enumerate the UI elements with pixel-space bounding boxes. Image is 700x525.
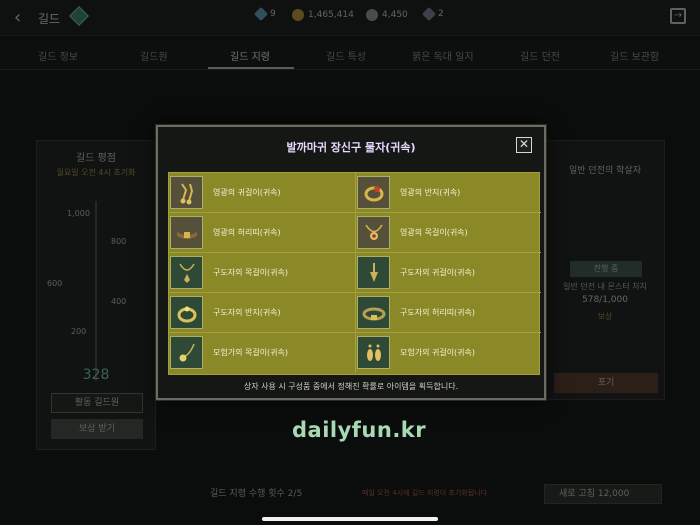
reward-label: 보상 [597, 312, 613, 321]
reset-warning: 매일 오전 4시에 길드 지령이 초기화됩니다 [362, 489, 488, 497]
item-name: 영광의 목걸이(귀속) [400, 228, 468, 237]
ring-icon [357, 176, 390, 209]
top-bar: ‹ 길드 9 1,465,414 4,450 2 → [0, 0, 700, 36]
earring-icon [357, 336, 390, 369]
home-indicator[interactable] [262, 517, 438, 521]
list-item[interactable]: 영광의 목걸이(귀속) [355, 213, 541, 253]
list-item[interactable]: 구도자의 귀걸이(귀속) [355, 253, 541, 293]
item-name: 영광의 귀걸이(귀속) [213, 188, 281, 197]
earring-icon [357, 256, 390, 289]
rank-score: 328 [82, 367, 110, 383]
tab-storage[interactable]: 길드 보관함 [610, 48, 659, 63]
list-item[interactable]: 구도자의 허리띠(귀속) [355, 293, 541, 333]
item-name: 모험가의 귀걸이(귀속) [400, 348, 476, 357]
list-item[interactable]: 모험가의 귀걸이(귀속) [355, 333, 541, 373]
close-icon[interactable]: ✕ [516, 137, 532, 153]
item-name: 구도자의 허리띠(귀속) [400, 308, 476, 317]
crystal-icon [421, 6, 437, 22]
rank-gauge [95, 201, 97, 381]
tab-traits[interactable]: 길드 특성 [326, 48, 366, 63]
item-name: 구도자의 목걸이(귀속) [213, 268, 289, 277]
exit-icon[interactable]: → [670, 8, 686, 24]
directive-desc: 일반 던전 내 몬스터 처치 [563, 282, 647, 291]
watermark: dailyfun.kr [292, 418, 427, 442]
rank-reset-note: 월요일 오전 4시 초기화 [56, 168, 136, 177]
status-badge: 진행 중 [570, 261, 642, 277]
belt-icon [170, 216, 203, 249]
item-name: 영광의 허리띠(귀속) [213, 228, 281, 237]
currency-crystal: 2 [421, 6, 444, 22]
claim-reward-button[interactable]: 보상 받기 [51, 419, 143, 439]
refresh-button[interactable]: 새로 고침 12,000 [544, 484, 662, 504]
belt-icon [357, 296, 390, 329]
item-name: 모험가의 목걸이(귀속) [213, 348, 289, 357]
currency-gem: 9 [253, 6, 276, 22]
tick-label: 800 [111, 237, 127, 246]
page-title: 길드 [38, 12, 61, 26]
list-item[interactable]: 영광의 귀걸이(귀속) [169, 173, 355, 213]
rank-title: 길드 평점 [76, 153, 116, 164]
necklace-icon [170, 336, 203, 369]
item-name: 구도자의 귀걸이(귀속) [400, 268, 476, 277]
modal-title: 발까마귀 장신구 물자(귀속) [286, 141, 416, 154]
directive-progress: 578/1,000 [582, 295, 628, 305]
tick-label: 400 [111, 297, 127, 306]
earring-icon [170, 176, 203, 209]
tab-dungeon[interactable]: 길드 던전 [520, 48, 560, 63]
active-members-button[interactable]: 활동 길드원 [51, 393, 143, 413]
directive-title: 일반 던전의 학살자 [569, 166, 641, 176]
gold-count: 1,465,414 [308, 10, 354, 20]
tick-label: 600 [47, 279, 63, 288]
currency-gold: 1,465,414 [292, 9, 354, 21]
gem-icon [253, 6, 269, 22]
tab-directive[interactable]: 길드 지령 [230, 48, 270, 63]
ring-icon [170, 296, 203, 329]
necklace-icon [170, 256, 203, 289]
gem-count: 9 [270, 9, 276, 19]
abandon-button[interactable]: 포기 [554, 373, 658, 393]
item-name: 영광의 반지(귀속) [400, 188, 461, 197]
list-item[interactable]: 영광의 허리띠(귀속) [169, 213, 355, 253]
directive-count: 길드 지령 수행 횟수 2/5 [210, 489, 303, 499]
silver-count: 4,450 [382, 10, 408, 20]
back-arrow-icon[interactable]: ‹ [14, 7, 21, 28]
list-item[interactable]: 모험가의 목걸이(귀속) [169, 333, 355, 373]
tab-bar: 길드 정보 길드원 길드 지령 길드 특성 붉은 독대 일지 길드 던전 길드 … [0, 40, 700, 70]
guild-emblem-icon[interactable] [69, 6, 89, 26]
list-item[interactable]: 구도자의 목걸이(귀속) [169, 253, 355, 293]
gold-coin-icon [292, 9, 304, 21]
tick-label: 1,000 [67, 209, 90, 218]
tick-label: 200 [71, 327, 87, 336]
tab-journal[interactable]: 붉은 독대 일지 [412, 48, 474, 63]
guild-rank-panel: 길드 평점 월요일 오전 4시 초기화 1,000 800 600 400 20… [36, 140, 156, 450]
necklace-icon [357, 216, 390, 249]
active-tab-indicator [208, 67, 294, 69]
directive-card: 일반 던전의 학살자 진행 중 일반 던전 내 몬스터 처치 578/1,000… [545, 140, 665, 400]
item-grid: 영광의 귀걸이(귀속) 영광의 반지(귀속) 영광의 허리띠(귀속) 영광의 목… [168, 172, 541, 375]
reward-box-modal: 발까마귀 장신구 물자(귀속) ✕ 영광의 귀걸이(귀속) 영광의 반지(귀속)… [156, 125, 546, 400]
tab-guild-info[interactable]: 길드 정보 [38, 48, 78, 63]
silver-coin-icon [366, 9, 378, 21]
modal-footer-note: 상자 사용 시 구성품 중에서 정해진 확률로 아이템을 획득합니다. [243, 382, 459, 391]
list-item[interactable]: 영광의 반지(귀속) [355, 173, 541, 213]
tab-members[interactable]: 길드원 [140, 48, 168, 63]
currency-silver: 4,450 [366, 9, 408, 21]
crystal-count: 2 [438, 9, 444, 19]
list-item[interactable]: 구도자의 반지(귀속) [169, 293, 355, 333]
item-name: 구도자의 반지(귀속) [213, 308, 281, 317]
